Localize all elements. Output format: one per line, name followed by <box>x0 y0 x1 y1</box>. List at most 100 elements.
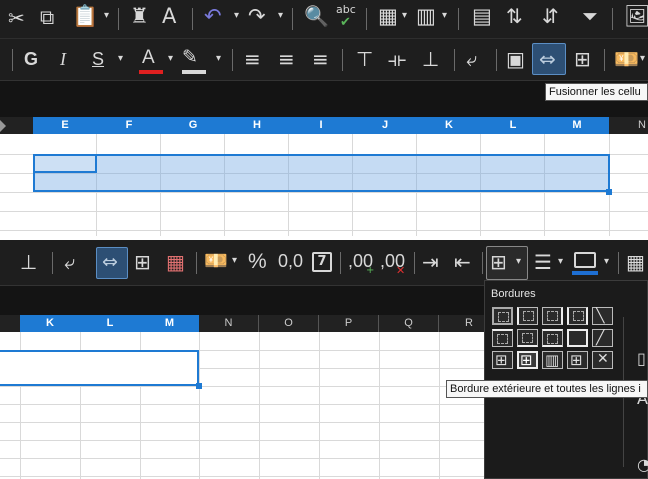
border-left-right-option[interactable] <box>567 307 588 325</box>
column-header[interactable]: K <box>417 117 481 134</box>
font-color-dropdown-icon[interactable]: ▾ <box>168 54 173 64</box>
column-header[interactable]: M <box>140 315 199 332</box>
borders-grid: ╲ ╱ ⊞ ⊞ ▥ ⊞ ✕ <box>492 307 616 373</box>
column-header[interactable]: E <box>33 117 97 134</box>
border-cross-option[interactable]: ✕ <box>592 351 613 369</box>
decrease-indent-icon[interactable]: ⇤ <box>454 252 471 272</box>
bold-button[interactable]: G <box>24 50 38 68</box>
unmerge-cells-icon[interactable]: ⊞ <box>574 49 591 69</box>
cut-icon[interactable]: ✂ <box>8 8 25 28</box>
column-header[interactable]: Q <box>379 315 439 332</box>
column-icon[interactable]: ▥ <box>416 6 436 27</box>
border-style-icon[interactable]: ☰ <box>534 252 552 272</box>
currency-dropdown-icon[interactable]: ▾ <box>640 54 645 64</box>
column-header[interactable]: M <box>545 117 609 134</box>
border-none-option[interactable] <box>492 307 513 325</box>
border-bottom-option[interactable] <box>517 329 538 347</box>
paste-icon[interactable]: 📋 <box>72 6 98 27</box>
underline-button[interactable]: S <box>92 50 104 68</box>
row-dropdown-icon[interactable]: ▾ <box>402 11 407 21</box>
merged-selection[interactable] <box>0 350 199 386</box>
undo-dropdown-icon[interactable]: ▾ <box>234 11 239 21</box>
selection-range[interactable] <box>33 154 610 192</box>
column-header[interactable]: L <box>80 315 140 332</box>
copy-icon[interactable]: ⧉ <box>40 7 54 27</box>
undo-icon[interactable]: ↶ <box>204 6 222 27</box>
column-dropdown-icon[interactable]: ▾ <box>442 11 447 21</box>
find-replace-icon[interactable]: 🔍 <box>304 6 329 26</box>
side-panel-icon[interactable]: ◔ <box>637 457 648 473</box>
border-top-bottom-option[interactable] <box>542 329 563 347</box>
column-header[interactable]: N <box>199 315 259 332</box>
column-header[interactable]: I <box>289 117 353 134</box>
conditional-format-icon[interactable]: ▦ <box>626 252 645 272</box>
border-all-option[interactable]: ⊞ <box>517 351 538 369</box>
border-diagonal-up-option[interactable]: ╱ <box>592 329 613 347</box>
highlight-dropdown-icon[interactable]: ▾ <box>216 54 221 64</box>
border-right-option[interactable] <box>542 307 563 325</box>
remove-decimal-x-icon: ✕ <box>396 264 406 277</box>
fill-handle[interactable] <box>196 383 202 389</box>
underline-dropdown-icon[interactable]: ▾ <box>118 54 123 64</box>
border-left-option[interactable] <box>517 307 538 325</box>
italic-button[interactable]: I <box>60 50 66 68</box>
sort-ascending-icon[interactable]: ⇅ <box>506 6 523 26</box>
highlight-icon[interactable]: ✎ <box>182 48 198 67</box>
border-style-dropdown-icon[interactable]: ▾ <box>558 257 563 267</box>
column-header[interactable]: K <box>20 315 80 332</box>
spelling-icon[interactable]: abc <box>336 4 356 15</box>
percent-button[interactable]: % <box>248 251 267 272</box>
align-top-icon[interactable]: ⊤ <box>356 49 373 69</box>
font-color-button[interactable]: A <box>142 48 155 67</box>
border-vertical-inner-option[interactable]: ▥ <box>542 351 563 369</box>
redo-dropdown-icon[interactable]: ▾ <box>278 11 283 21</box>
align-bottom-icon[interactable]: ⊥ <box>422 49 439 69</box>
sort-descending-icon[interactable]: ⇵ <box>542 6 559 26</box>
currency-dropdown-icon[interactable]: ▾ <box>232 256 237 266</box>
unmerge-cells-icon[interactable]: ⊞ <box>134 252 151 272</box>
border-outer-option[interactable] <box>567 329 588 347</box>
column-header[interactable]: P <box>319 315 379 332</box>
column-header[interactable]: H <box>225 117 289 134</box>
active-cell[interactable] <box>33 154 97 173</box>
sheet-grid[interactable] <box>0 134 648 236</box>
spelling-check-icon: ✔ <box>340 15 351 30</box>
align-middle-icon[interactable]: ⟛ <box>388 49 406 69</box>
increase-indent-icon[interactable]: ⇥ <box>422 252 439 272</box>
column-header[interactable]: F <box>97 117 161 134</box>
side-panel-icon[interactable]: ▯ <box>637 351 646 367</box>
formatting-toolbar: G I S ▾ A ▾ ✎ ▾ ≡ ≡ ≡ ⊤ ⟛ ⊥ ⤶ ▣ ⇔ ⊞ 💴 ▾ <box>0 38 648 80</box>
align-right-icon[interactable]: ≡ <box>312 49 329 69</box>
wrap-text-icon[interactable]: ⤶ <box>466 49 477 69</box>
column-header[interactable]: N <box>610 117 648 134</box>
currency-icon[interactable]: 💴 <box>204 252 228 271</box>
border-color-dropdown-icon[interactable]: ▾ <box>604 257 609 267</box>
column-header[interactable]: L <box>481 117 545 134</box>
number-format-button[interactable]: 0,0 <box>278 252 303 270</box>
align-center-icon[interactable]: ≡ <box>278 49 295 69</box>
fill-handle[interactable] <box>606 189 612 195</box>
currency-icon[interactable]: 💴 <box>614 49 639 69</box>
column-header[interactable]: J <box>353 117 417 134</box>
border-diagonal-down-option[interactable]: ╲ <box>592 307 613 325</box>
date-format-button[interactable]: 7 <box>312 252 332 272</box>
autofilter-icon[interactable]: ⏷ <box>582 6 598 26</box>
sort-icon[interactable]: ▤ <box>472 6 492 27</box>
redo-icon[interactable]: ↷ <box>248 6 266 27</box>
column-header[interactable]: G <box>161 117 225 134</box>
align-bottom-icon[interactable]: ⊥ <box>20 252 37 272</box>
border-horizontal-inner-option[interactable]: ⊞ <box>492 351 513 369</box>
clear-formatting-icon[interactable]: A <box>162 6 176 27</box>
split-cells-icon[interactable]: ▦ <box>166 252 185 272</box>
image-icon[interactable]: 🖼 <box>624 6 648 27</box>
merge-center-icon[interactable]: ▣ <box>506 49 525 69</box>
column-header[interactable]: O <box>259 315 319 332</box>
row-icon[interactable]: ▦ <box>378 6 398 27</box>
border-top-option[interactable] <box>492 329 513 347</box>
wrap-text-icon[interactable]: ⤶ <box>64 252 75 272</box>
clone-formatting-icon[interactable]: ♜ <box>130 6 149 27</box>
border-color-icon[interactable] <box>574 252 596 268</box>
paste-dropdown-icon[interactable]: ▾ <box>104 11 109 21</box>
border-outer-inner-option[interactable]: ⊞ <box>567 351 588 369</box>
align-left-icon[interactable]: ≡ <box>244 49 261 69</box>
